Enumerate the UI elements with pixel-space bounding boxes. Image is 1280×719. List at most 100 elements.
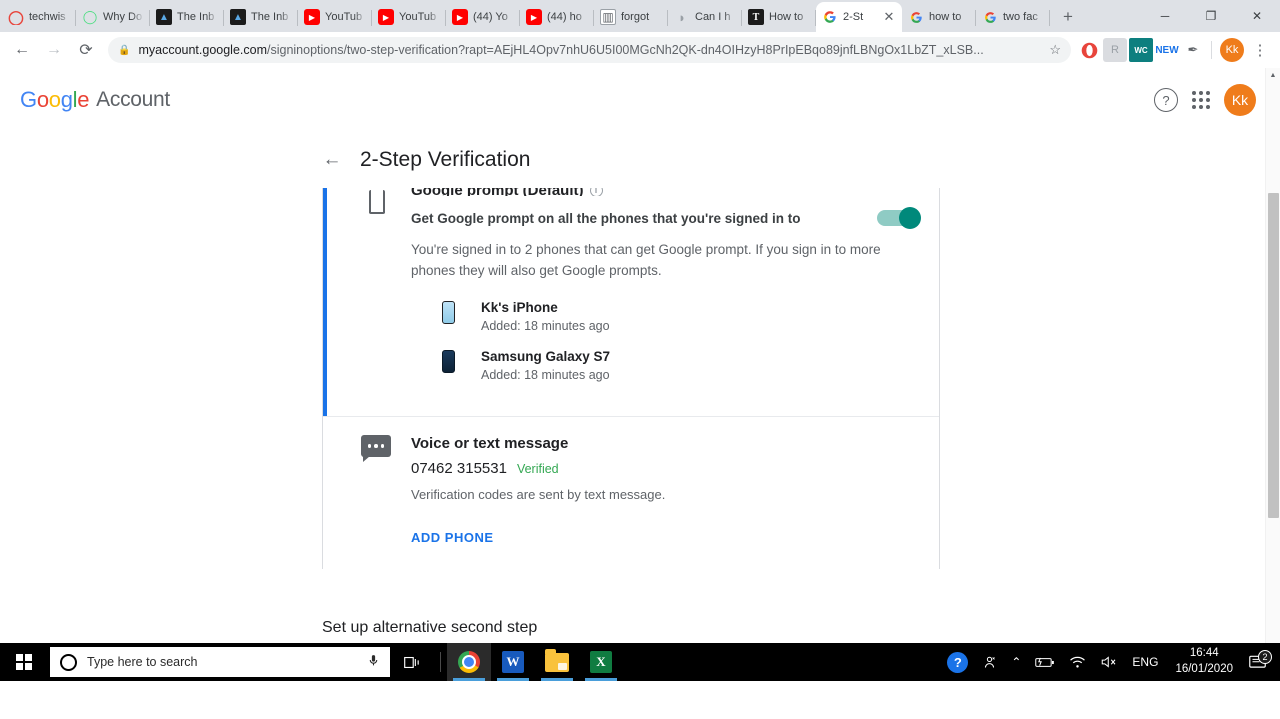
tray-chevron-icon[interactable]: ⌃ [1004,643,1028,681]
microphone-icon[interactable] [367,653,380,671]
signed-in-devices-list: Kk's iPhone Added: 18 minutes ago Samsun… [437,300,919,382]
tab-title: techwis [29,11,66,23]
maximize-button[interactable]: ❐ [1188,0,1234,32]
browser-tab[interactable]: ▲ The Inb [224,2,298,32]
logo-letter: o [36,87,49,112]
clock-time: 16:44 [1189,647,1219,660]
wordcount-extension-icon[interactable]: WC [1129,38,1153,62]
tab-title: two fac [1003,11,1038,23]
tab-title: (44) Yo [473,11,508,23]
new-tab-button[interactable]: + [1054,3,1082,31]
youtube-icon: ▶ [526,9,542,25]
google-prompt-section: Google prompt (Default) i Get Google pro… [323,188,939,417]
browser-tab[interactable]: two fac [976,2,1050,32]
browser-tab[interactable]: how to [902,2,976,32]
newsguard-extension-icon[interactable]: NEW [1155,38,1179,62]
tab-title: The Inb [177,11,215,23]
android-phone-icon [437,349,459,375]
opera-icon: ◯ [8,9,24,25]
word-taskbar-icon[interactable]: W [491,643,535,681]
chrome-taskbar-icon[interactable] [447,643,491,681]
phone-number: 07462 315531 [411,459,507,477]
windows-logo-icon [16,654,32,670]
forward-button[interactable]: → [40,36,68,64]
logo-letter: o [48,87,61,112]
google-icon [822,9,838,25]
browser-tab[interactable]: ▥ forgot [594,2,668,32]
opera-extension-icon[interactable] [1077,38,1101,62]
device-added: Added: 18 minutes ago [481,318,610,333]
apps-grid-icon[interactable] [1192,91,1210,109]
google-prompt-toggle[interactable] [877,207,921,229]
browser-tab-active[interactable]: 2-St ✕ [816,2,902,32]
task-view-icon[interactable] [390,643,434,681]
file-explorer-taskbar-icon[interactable] [535,643,579,681]
google-account-header: Google Account ? Kk [0,68,1280,132]
close-icon[interactable]: ✕ [882,10,896,24]
url-path: /signinoptions/two-step-verification?rap… [267,43,984,57]
browser-tab[interactable]: ▶ (44) Yo [446,2,520,32]
taskbar-divider [440,652,441,672]
colorpicker-extension-icon[interactable]: ✒ [1181,38,1205,62]
people-icon[interactable] [975,643,1004,681]
url-host: myaccount.google.com [138,43,267,57]
add-phone-button[interactable]: ADD PHONE [411,530,494,545]
device-added: Added: 18 minutes ago [481,367,610,382]
second-steps-card: Google prompt (Default) i Get Google pro… [322,188,940,569]
info-icon[interactable]: i [589,188,603,196]
tray-help-icon[interactable]: ? [940,643,975,681]
toolbar-divider [1211,41,1212,59]
tab-title: (44) ho [547,11,582,23]
alternative-step-title: Set up alternative second step [322,618,538,636]
google-icon [982,9,998,25]
sms-section-title: Voice or text message [411,434,569,452]
reload-button[interactable]: ⟳ [72,36,100,64]
clock[interactable]: 16:44 16/01/2020 [1165,646,1243,677]
google-account-logo[interactable]: Google Account [20,87,170,113]
browser-tab[interactable]: ▲ The Inb [150,2,224,32]
browser-tab[interactable]: ◯ Why Do [76,2,150,32]
browser-tab[interactable]: ▶ YouTub [372,2,446,32]
wifi-icon[interactable] [1062,643,1093,681]
logo-letter: e [77,87,90,112]
browser-profile-avatar[interactable]: Kk [1220,38,1244,62]
close-window-button[interactable]: ✕ [1234,0,1280,32]
language-indicator[interactable]: ENG [1125,643,1165,681]
scrollbar-thumb[interactable] [1268,193,1279,518]
help-icon[interactable]: ? [1154,88,1178,112]
phone-outline-icon [363,188,391,216]
excel-taskbar-icon[interactable]: X [579,643,623,681]
browser-tab[interactable]: T How to [742,2,816,32]
bookmark-star-icon[interactable]: ☆ [1041,42,1061,58]
page-scrollbar[interactable]: ▲ ▼ [1265,68,1280,681]
notification-count-badge: 2 [1258,649,1272,664]
status-badge: Verified [516,461,559,476]
notification-center-icon[interactable]: 2 [1243,649,1276,670]
browser-tab[interactable]: ◯ techwis [2,2,76,32]
browser-tab[interactable]: ▶ (44) ho [520,2,594,32]
medium-icon: T [748,9,764,25]
grammarly-extension-icon[interactable]: R [1103,38,1127,62]
browser-menu-icon[interactable]: ⋮ [1248,38,1272,62]
volume-icon[interactable] [1093,643,1125,681]
page-content: Google prompt (Default) i Get Google pro… [0,188,1280,681]
window-controls: ─ ❐ ✕ [1142,0,1280,32]
browser-tab[interactable]: ▶ YouTub [298,2,372,32]
logo-letter: g [60,87,73,112]
start-button[interactable] [0,643,48,681]
avatar[interactable]: Kk [1224,84,1256,116]
notebook-icon: ▥ [600,9,616,25]
device-name: Kk's iPhone [481,299,558,315]
system-tray: ? ⌃ ENG 16:44 16/01/2020 2 [940,643,1280,681]
scroll-up-arrow[interactable]: ▲ [1266,68,1280,83]
browser-chrome: ◯ techwis ◯ Why Do ▲ The Inb ▲ The Inb ▶… [0,0,1280,68]
back-button[interactable]: ← [8,36,36,64]
battery-icon[interactable] [1028,643,1062,681]
address-bar[interactable]: 🔒 myaccount.google.com /signinoptions/tw… [108,37,1071,63]
browser-tab[interactable]: ◗ Can I h [668,2,742,32]
chat-icon: ◗ [678,9,686,25]
minimize-button[interactable]: ─ [1142,0,1188,32]
help-glyph: ? [947,651,969,673]
search-input[interactable]: Type here to search [50,647,390,677]
back-arrow-icon[interactable]: ← [320,148,344,172]
